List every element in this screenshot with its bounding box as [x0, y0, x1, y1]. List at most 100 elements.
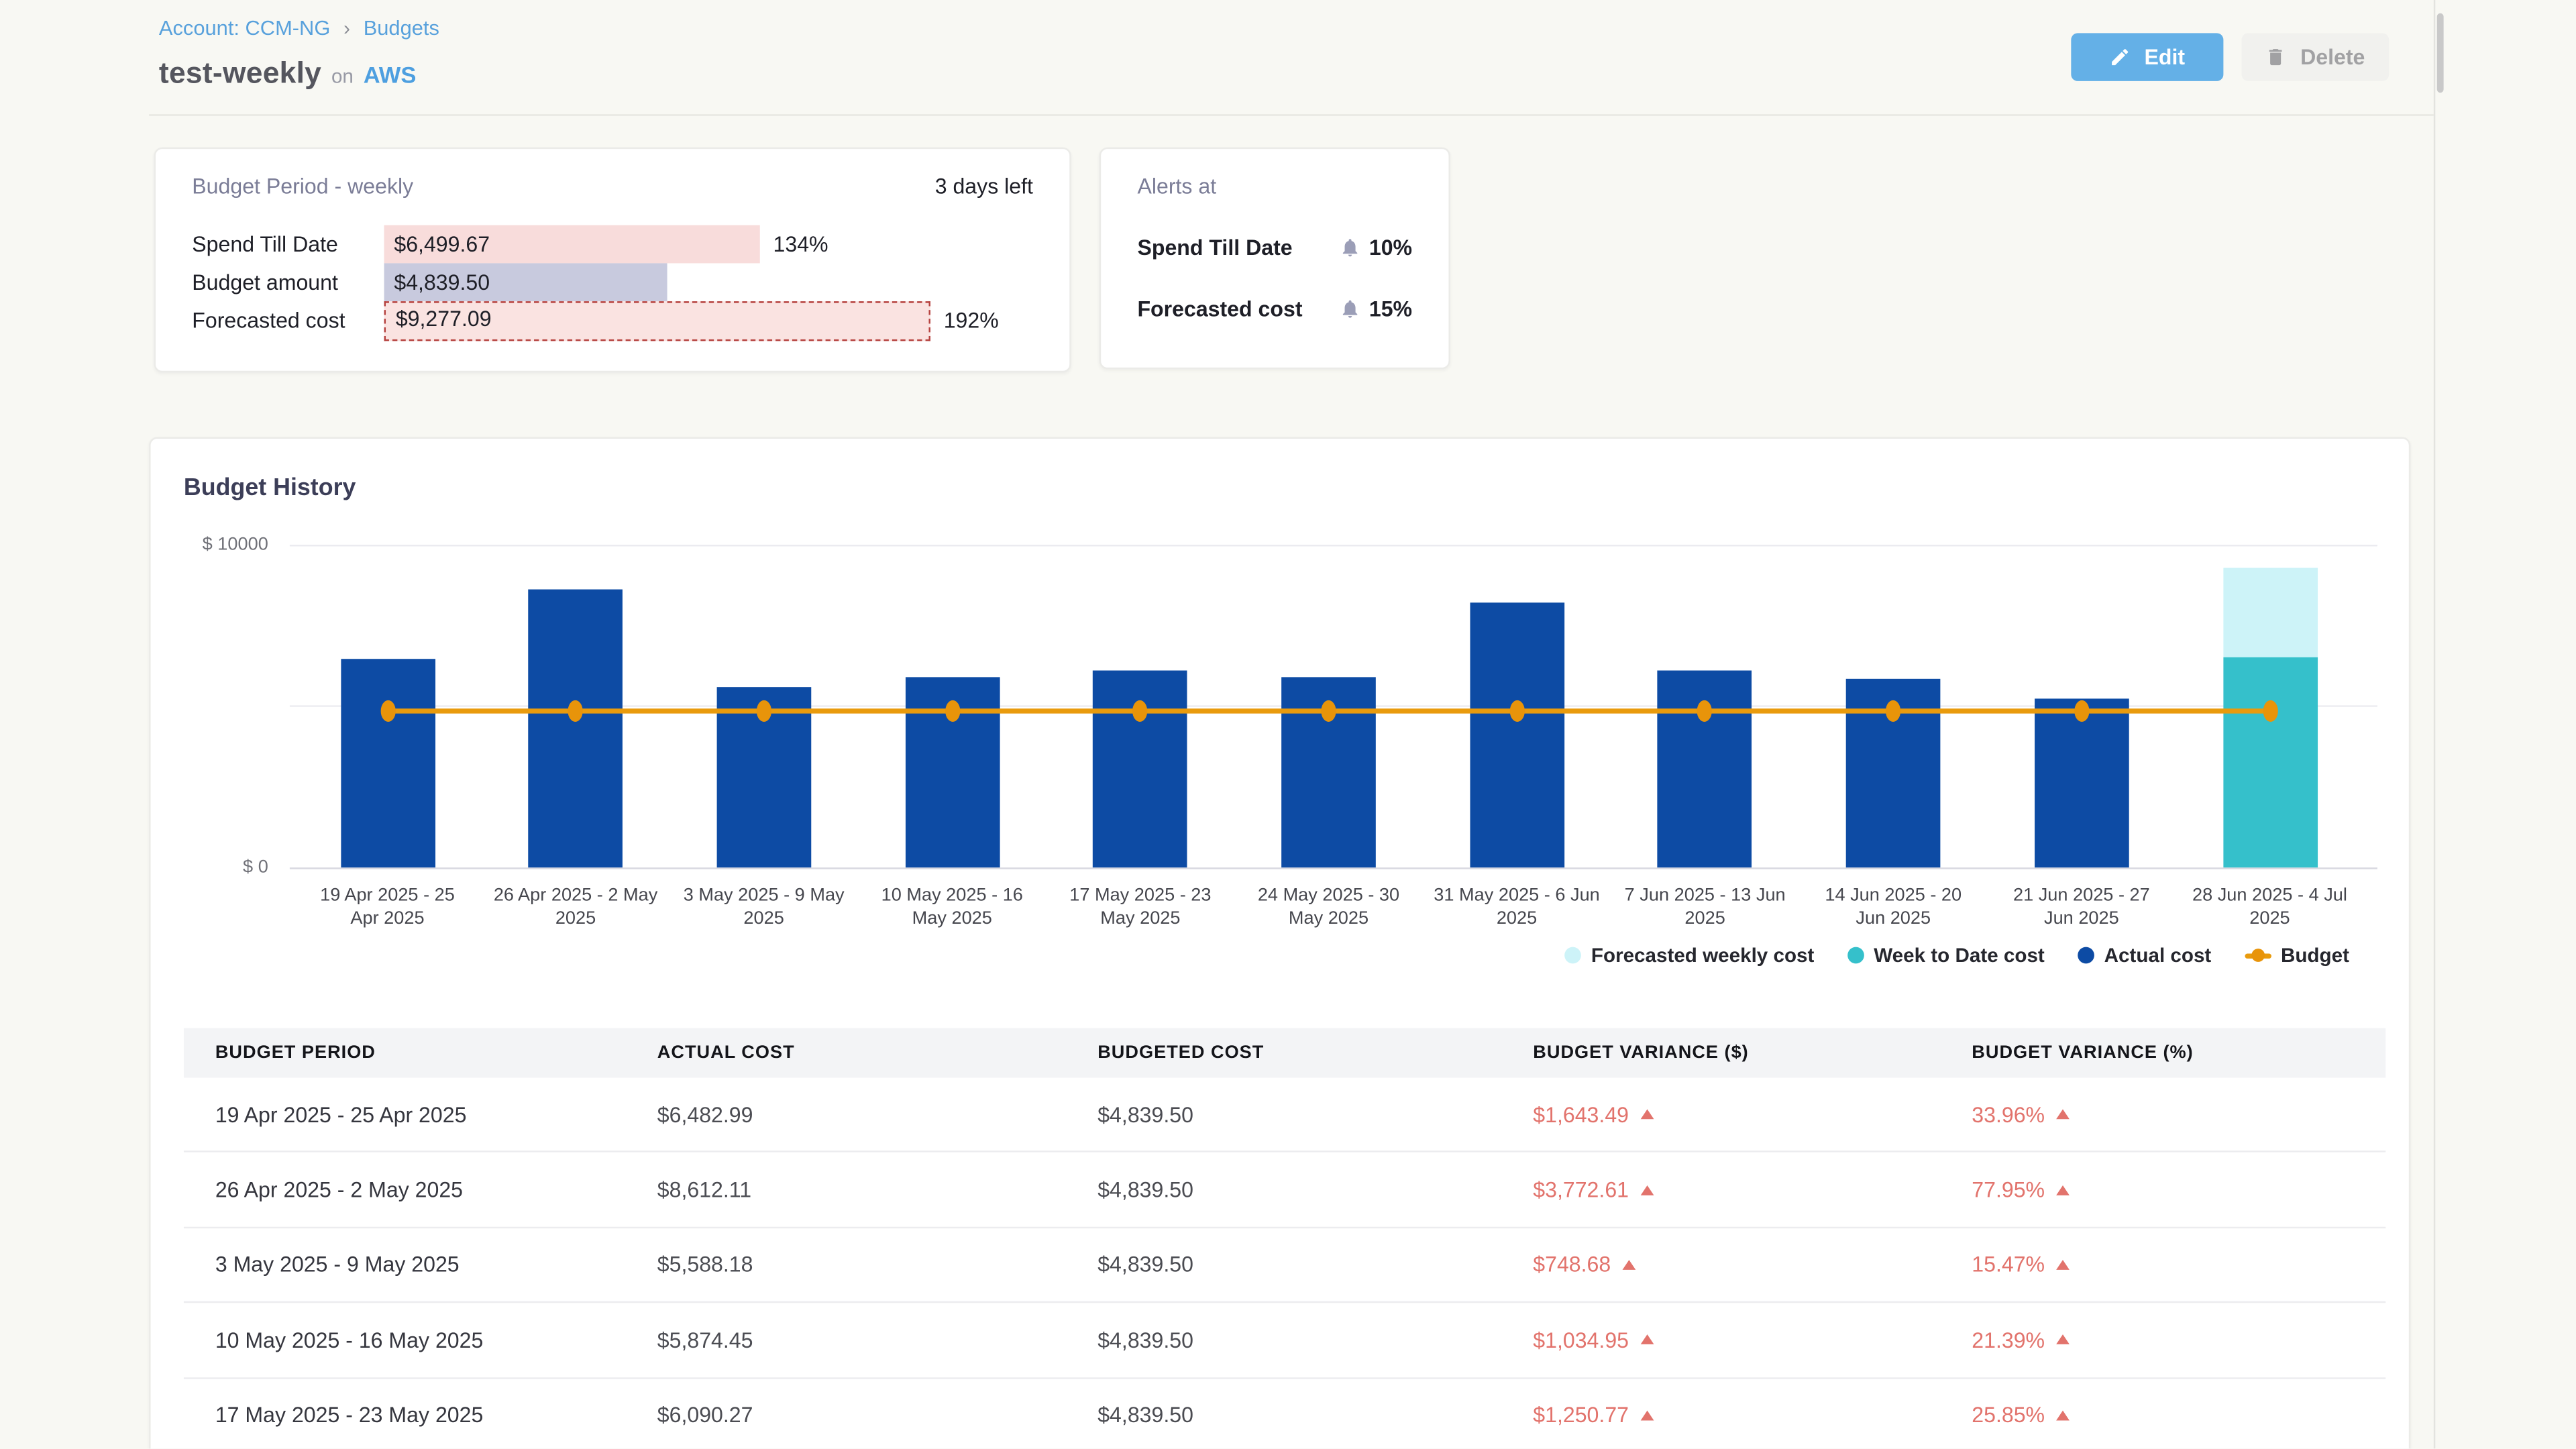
legend-dot-week-to-date-icon	[1847, 947, 1864, 964]
budget-line-point[interactable]	[2074, 700, 2089, 722]
x-axis-label: 21 Jun 2025 - 27 Jun 2025	[1987, 884, 2176, 930]
chart-legend: Forecasted weekly cost Week to Date cost…	[1564, 944, 2349, 967]
budget-history-title: Budget History	[184, 475, 356, 501]
legend-budget-line-icon	[2245, 953, 2271, 957]
cell-variance-pct: 77.95%	[1940, 1177, 2385, 1202]
y-axis-tick-0: $ 0	[151, 856, 268, 879]
budget-amount-label: Budget amount	[192, 263, 384, 301]
triangle-up-icon	[1640, 1185, 1654, 1195]
x-axis-label: 26 Apr 2025 - 2 May 2025	[481, 884, 669, 930]
header-divider	[149, 114, 2434, 115]
table-row[interactable]: 3 May 2025 - 9 May 2025$5,588.18$4,839.5…	[184, 1228, 2385, 1303]
cell-actual: $5,588.18	[626, 1252, 1066, 1277]
cell-variance-usd: $1,034.95	[1501, 1328, 1940, 1352]
x-axis-label: 28 Jun 2025 - 4 Jul 2025	[2176, 884, 2364, 930]
budget-amount-value: $4,839.50	[394, 270, 490, 294]
triangle-up-icon	[1640, 1335, 1654, 1345]
triangle-up-icon	[2056, 1110, 2070, 1120]
delete-button[interactable]: Delete	[2242, 33, 2390, 81]
y-axis-tick-10000: $ 10000	[151, 533, 268, 557]
alert-forecast-threshold: 15%	[1369, 296, 1412, 321]
cell-variance-usd: $1,643.49	[1501, 1102, 1940, 1127]
table-row[interactable]: 26 Apr 2025 - 2 May 2025$8,612.11$4,839.…	[184, 1153, 2385, 1228]
budget-period-card: Budget Period - weekly 3 days left Spend…	[154, 148, 1071, 373]
table-row[interactable]: 17 May 2025 - 23 May 2025$6,090.27$4,839…	[184, 1379, 2385, 1449]
legend-budget[interactable]: Budget	[2245, 944, 2349, 967]
x-axis-label: 19 Apr 2025 - 25 Apr 2025	[293, 884, 482, 930]
forecasted-cost-label: Forecasted cost	[192, 301, 384, 341]
budget-history-chart	[290, 545, 2377, 867]
legend-dot-actual-icon	[2078, 947, 2094, 964]
days-left-label: 3 days left	[935, 174, 1033, 199]
table-row[interactable]: 19 Apr 2025 - 25 Apr 2025$6,482.99$4,839…	[184, 1078, 2385, 1153]
cell-period: 19 Apr 2025 - 25 Apr 2025	[184, 1102, 626, 1127]
cell-budgeted: $4,839.50	[1066, 1252, 1501, 1277]
x-axis-label: 10 May 2025 - 16 May 2025	[858, 884, 1046, 930]
budget-period-rows: Spend Till Date $6,499.67 134% Budget am…	[192, 225, 998, 341]
triangle-up-icon	[2056, 1335, 2070, 1345]
legend-week-to-date-cost[interactable]: Week to Date cost	[1847, 944, 2045, 967]
cell-variance-pct: 33.96%	[1940, 1102, 2385, 1127]
table-column-header: BUDGET PERIOD	[184, 1043, 626, 1063]
edit-button[interactable]: Edit	[2071, 33, 2223, 81]
x-axis-label: 14 Jun 2025 - 20 Jun 2025	[1799, 884, 1988, 930]
alert-row-spend: Spend Till Date 10%	[1137, 230, 1412, 263]
forecasted-cost-row: Forecasted cost $9,277.09 192%	[192, 301, 998, 341]
cell-period: 10 May 2025 - 16 May 2025	[184, 1328, 626, 1352]
x-axis-labels: 19 Apr 2025 - 25 Apr 202526 Apr 2025 - 2…	[290, 884, 2377, 937]
cell-budgeted: $4,839.50	[1066, 1403, 1501, 1428]
table-row[interactable]: 10 May 2025 - 16 May 2025$5,874.45$4,839…	[184, 1303, 2385, 1379]
cell-actual: $5,874.45	[626, 1328, 1066, 1352]
table-body: 19 Apr 2025 - 25 Apr 2025$6,482.99$4,839…	[184, 1078, 2385, 1449]
breadcrumb-account-link[interactable]: Account: CCM-NG	[159, 17, 330, 40]
triangle-up-icon	[1623, 1260, 1636, 1270]
bell-icon	[1339, 297, 1360, 319]
triangle-up-icon	[2056, 1185, 2070, 1195]
bar-actual-cost[interactable]	[1470, 603, 1564, 868]
cell-budgeted: $4,839.50	[1066, 1328, 1501, 1352]
cell-variance-usd: $748.68	[1501, 1252, 1940, 1277]
budget-period-title: Budget Period - weekly	[192, 174, 413, 199]
x-axis-label: 7 Jun 2025 - 13 Jun 2025	[1611, 884, 1799, 930]
page-title-row: test-weekly on AWS	[159, 56, 417, 91]
chevron-right-icon: ›	[343, 17, 350, 40]
cell-budgeted: $4,839.50	[1066, 1102, 1501, 1127]
x-axis-label: 24 May 2025 - 30 May 2025	[1234, 884, 1423, 930]
page-title-connector: on	[331, 64, 354, 88]
content-edge-divider	[2434, 0, 2435, 1449]
cell-actual: $8,612.11	[626, 1177, 1066, 1202]
breadcrumb-budgets-link[interactable]: Budgets	[364, 17, 439, 40]
legend-forecasted-weekly-cost[interactable]: Forecasted weekly cost	[1564, 944, 1814, 967]
alert-spend-threshold: 10%	[1369, 234, 1412, 259]
cell-variance-usd: $3,772.61	[1501, 1177, 1940, 1202]
platform-label: AWS	[364, 61, 417, 87]
budget-line-point[interactable]	[1509, 700, 1524, 722]
vertical-scrollbar[interactable]	[2437, 13, 2444, 93]
table-column-header: BUDGET VARIANCE (%)	[1940, 1043, 2385, 1063]
legend-actual-cost[interactable]: Actual cost	[2078, 944, 2211, 967]
budget-line-point[interactable]	[757, 700, 771, 722]
spend-till-date-row: Spend Till Date $6,499.67 134%	[192, 225, 998, 264]
bar-actual-cost[interactable]	[340, 658, 435, 867]
cell-actual: $6,090.27	[626, 1403, 1066, 1428]
triangle-up-icon	[1640, 1410, 1654, 1420]
cell-period: 3 May 2025 - 9 May 2025	[184, 1252, 626, 1277]
spend-till-date-bar: $6,499.67	[384, 225, 760, 264]
delete-button-label: Delete	[2300, 45, 2365, 70]
alerts-card: Alerts at Spend Till Date 10% Forecasted…	[1099, 148, 1450, 370]
bar-actual-cost[interactable]	[2035, 699, 2129, 867]
x-axis-baseline	[290, 867, 2377, 869]
pencil-icon	[2110, 46, 2131, 68]
cell-budgeted: $4,839.50	[1066, 1177, 1501, 1202]
bar-forecasted-weekly-cost[interactable]	[2222, 568, 2317, 658]
forecasted-cost-bar: $9,277.09	[384, 301, 930, 341]
legend-label: Actual cost	[2104, 944, 2212, 967]
bar-actual-cost[interactable]	[529, 590, 623, 867]
table-column-header: BUDGET VARIANCE ($)	[1501, 1043, 1940, 1063]
bar-week-to-date-cost[interactable]	[2222, 657, 2317, 867]
table-column-header: ACTUAL COST	[626, 1043, 1066, 1063]
legend-label: Forecasted weekly cost	[1591, 944, 1815, 967]
cell-period: 17 May 2025 - 23 May 2025	[184, 1403, 626, 1428]
forecasted-cost-percent: 192%	[944, 301, 999, 341]
page-title: test-weekly	[159, 56, 321, 91]
